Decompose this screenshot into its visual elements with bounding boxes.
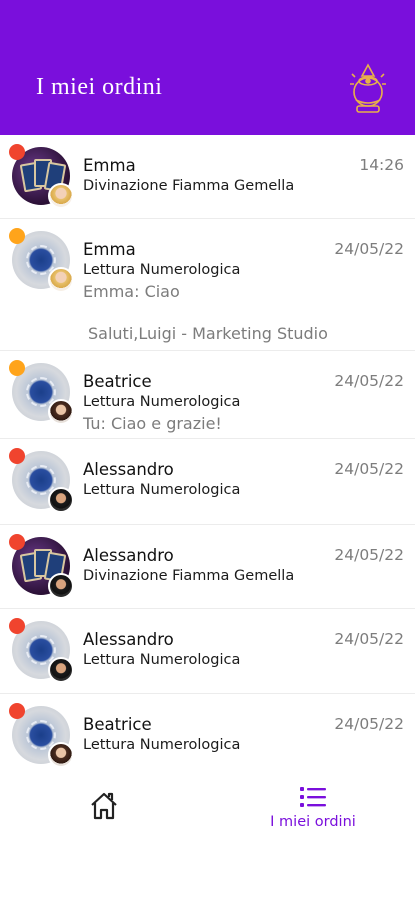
order-time: 24/05/22 — [334, 630, 404, 648]
order-time: 24/05/22 — [334, 546, 404, 564]
orders-list: Emma Divinazione Fiamma Gemella 14:26 Emma L… — [0, 135, 415, 775]
order-row[interactable]: Emma Divinazione Fiamma Gemella 14:26 — [0, 135, 415, 219]
service-name: Lettura Numerologica — [83, 652, 241, 668]
user-avatar — [48, 487, 74, 513]
order-avatar — [9, 228, 74, 293]
status-dot — [9, 228, 25, 244]
customer-name: Alessandro — [83, 546, 174, 565]
order-time: 24/05/22 — [334, 460, 404, 478]
order-row[interactable]: Emma Lettura Numerologica 24/05/22 Emma: Ci… — [0, 219, 415, 351]
service-name: Lettura Numerologica — [83, 482, 241, 498]
nav-tab-my-orders[interactable]: I miei ordini — [258, 786, 368, 836]
bottom-navigation: I miei ordini — [0, 768, 415, 848]
status-dot — [9, 448, 25, 464]
crystal-ball-eye-icon[interactable] — [347, 62, 389, 116]
user-avatar — [48, 267, 74, 293]
service-name: Lettura Numerologica — [83, 262, 241, 278]
user-avatar — [48, 657, 74, 683]
last-message: Tu: Ciao e grazie! — [83, 414, 222, 433]
order-row[interactable]: Alessandro Divinazione Fiamma Gemella 24/0… — [0, 525, 415, 609]
service-name: Divinazione Fiamma Gemella — [83, 178, 295, 194]
last-message: Emma: Ciao — [83, 282, 180, 301]
order-row[interactable]: Alessandro Lettura Numerologica 24/05/22 — [0, 609, 415, 694]
last-message-extra: Saluti,Luigi - Marketing Studio — [88, 324, 328, 343]
order-avatar — [9, 360, 74, 425]
status-dot — [9, 703, 25, 719]
order-row[interactable]: Beatrice Lettura Numerologica 24/05/22 — [0, 694, 415, 775]
service-name: Lettura Numerologica — [83, 394, 241, 410]
status-dot — [9, 534, 25, 550]
customer-name: Alessandro — [83, 630, 174, 649]
order-avatar — [9, 703, 74, 768]
order-avatar — [9, 618, 74, 683]
order-avatar — [9, 144, 74, 209]
app-header: I miei ordini — [0, 0, 415, 135]
order-time: 24/05/22 — [334, 372, 404, 390]
order-avatar — [9, 448, 74, 513]
customer-name: Emma — [83, 156, 136, 175]
order-time: 14:26 — [359, 156, 404, 174]
order-time: 24/05/22 — [334, 715, 404, 733]
status-dot — [9, 618, 25, 634]
home-icon[interactable] — [88, 790, 120, 822]
nav-tab-label: I miei ordini — [270, 814, 356, 830]
order-avatar — [9, 534, 74, 599]
list-icon — [300, 787, 326, 807]
status-dot — [9, 360, 25, 376]
order-row[interactable]: Beatrice Lettura Numerologica 24/05/22 Tu: … — [0, 351, 415, 439]
page-title: I miei ordini — [36, 74, 163, 100]
user-avatar — [48, 399, 74, 425]
status-dot — [9, 144, 25, 160]
user-avatar — [48, 573, 74, 599]
user-avatar — [48, 183, 74, 209]
customer-name: Beatrice — [83, 715, 152, 734]
order-time: 24/05/22 — [334, 240, 404, 258]
service-name: Lettura Numerologica — [83, 737, 241, 753]
order-row[interactable]: Alessandro Lettura Numerologica 24/05/22 — [0, 439, 415, 525]
customer-name: Beatrice — [83, 372, 152, 391]
user-avatar — [48, 742, 74, 768]
service-name: Divinazione Fiamma Gemella — [83, 568, 295, 584]
customer-name: Emma — [83, 240, 136, 259]
customer-name: Alessandro — [83, 460, 174, 479]
